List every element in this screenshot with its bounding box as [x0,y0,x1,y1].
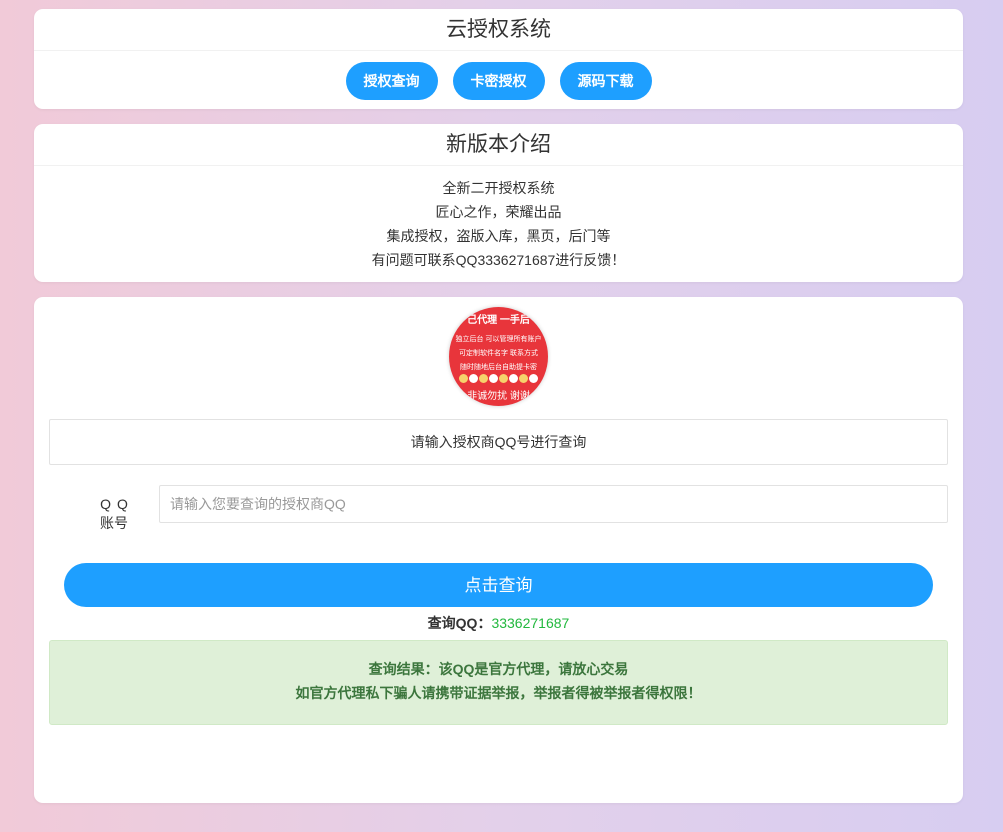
query-card: 己代理 一手后 独立后台 可以管理所有账户 可定制软件名字 联系方式 随时随地后… [34,297,963,803]
intro-text: 全新二开授权系统 匠心之作，荣耀出品 集成授权，盗版入库，黑页，后门等 有问题可… [34,166,963,272]
queried-qq-value: 3336271687 [491,615,570,631]
intro-card: 新版本介绍 全新二开授权系统 匠心之作，荣耀出品 集成授权，盗版入库，黑页，后门… [34,124,963,282]
query-hint: 请输入授权商QQ号进行查询 [49,419,948,465]
avatar-text: 独立后台 可以管理所有账户 [455,336,542,343]
source-download-button[interactable]: 源码下载 [559,62,652,100]
result-line: 查询结果：该QQ是官方代理，请放心交易 [368,661,629,677]
intro-line: 有问题可联系QQ3336271687进行反馈！ [371,252,626,268]
intro-line: 集成授权，盗版入库，黑页，后门等 [386,228,611,244]
avatar: 己代理 一手后 独立后台 可以管理所有账户 可定制软件名字 联系方式 随时随地后… [449,307,548,406]
query-submit-button[interactable]: 点击查询 [64,563,933,607]
avatar-faces-icon [449,374,548,386]
result-line: 如官方代理私下骗人请携带证据举报，举报者得被举报者得权限！ [295,685,702,701]
system-title: 云授权系统 [34,9,963,51]
intro-title: 新版本介绍 [34,124,963,166]
avatar-text: 可定制软件名字 联系方式 [459,350,538,357]
qq-input[interactable] [159,485,948,523]
query-result-alert: 查询结果：该QQ是官方代理，请放心交易 如官方代理私下骗人请携带证据举报，举报者… [49,640,948,725]
queried-qq-label: 查询QQ： [427,615,492,631]
intro-line: 匠心之作，荣耀出品 [435,204,562,220]
avatar-text: 己代理 一手后 [467,315,530,326]
intro-line: 全新二开授权系统 [442,180,555,196]
queried-qq: 查询QQ：3336271687 [34,613,963,633]
card-key-license-button[interactable]: 卡密授权 [452,62,545,100]
avatar-text: 非诚勿扰 谢谢 [467,391,530,402]
license-query-button[interactable]: 授权查询 [345,62,438,100]
avatar-text: 随时随地后台自助提卡密 [460,364,537,371]
nav-buttons: 授权查询 卡密授权 源码下载 [34,51,963,100]
system-card: 云授权系统 授权查询 卡密授权 源码下载 [34,9,963,109]
